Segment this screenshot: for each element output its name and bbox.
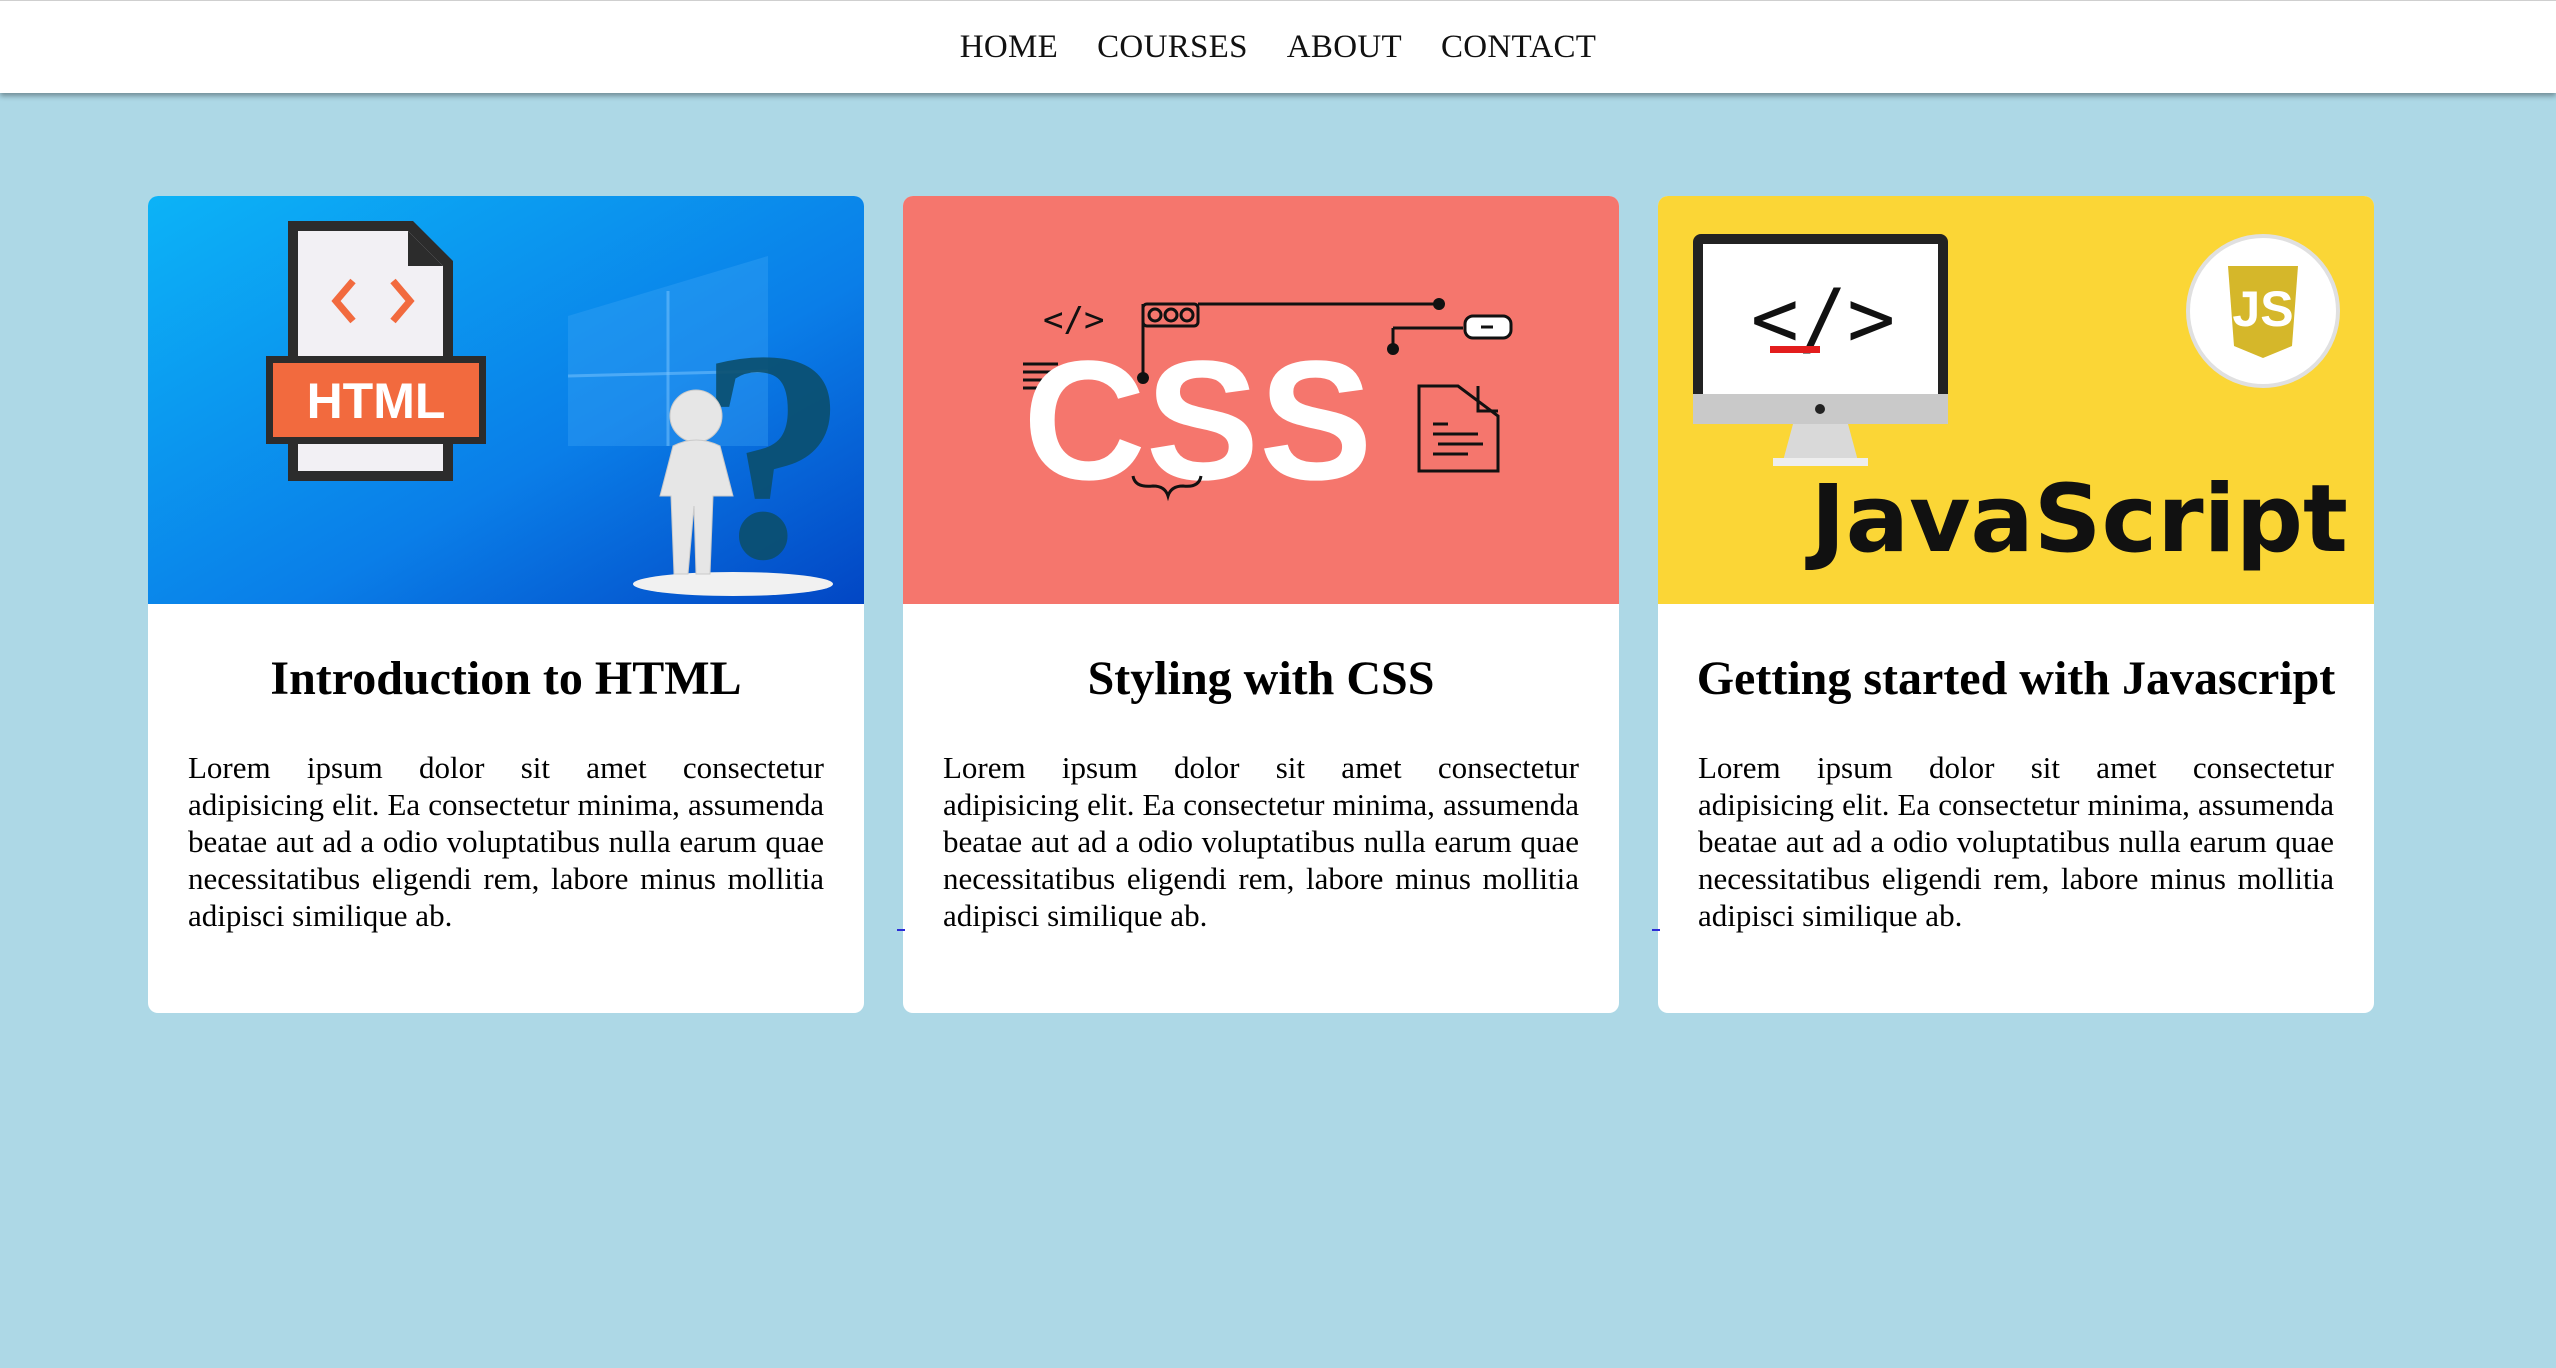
nav-contact-link[interactable]: CONTACT <box>1441 29 1596 65</box>
javascript-course-image: </> JS JavaScript <box>1658 196 2374 604</box>
card-title: Introduction to HTML <box>270 652 742 705</box>
card-description: Lorem ipsum dolor sit amet consectetur a… <box>1698 750 2334 933</box>
nav-about-link[interactable]: ABOUT <box>1287 29 1402 65</box>
nav-menu: HOME COURSES ABOUT CONTACT <box>960 29 1597 66</box>
course-card-css[interactable]: </> CSS Styling with CSS Lorem ipsum dol… <box>903 196 1619 1013</box>
svg-text:CSS: CSS <box>1023 326 1373 516</box>
card-title: Getting started with Javascript <box>1696 652 2336 705</box>
svg-text:JavaScript: JavaScript <box>1805 465 2348 574</box>
top-navbar: HOME COURSES ABOUT CONTACT <box>0 0 2556 93</box>
js-badge-icon: JS <box>2186 234 2340 388</box>
course-card-html[interactable]: HTML ? Introduction to HTML Lorem ipsum … <box>148 196 864 1013</box>
card-description: Lorem ipsum dolor sit amet consectetur a… <box>943 750 1579 933</box>
link-underline-mark <box>1652 929 1660 931</box>
css-course-image: </> CSS <box>903 196 1619 604</box>
svg-text:JS: JS <box>2232 281 2293 337</box>
nav-home-link[interactable]: HOME <box>960 29 1058 65</box>
svg-text:HTML: HTML <box>307 373 446 429</box>
card-description: Lorem ipsum dolor sit amet consectetur a… <box>188 750 824 933</box>
course-card-javascript[interactable]: </> JS JavaScript Getting started with J… <box>1658 196 2374 1013</box>
link-underline-mark <box>897 929 905 931</box>
card-title: Styling with CSS <box>1087 652 1435 705</box>
nav-courses-link[interactable]: COURSES <box>1097 29 1248 65</box>
html-course-image: HTML ? <box>148 196 864 604</box>
course-cards: HTML ? Introduction to HTML Lorem ipsum … <box>148 196 2374 1013</box>
